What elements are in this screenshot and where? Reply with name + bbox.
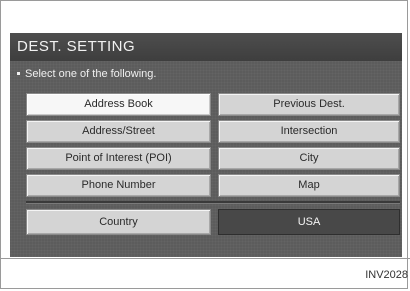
address-book-button[interactable]: Address Book: [26, 93, 211, 116]
instruction-label: Select one of the following.: [25, 68, 157, 80]
address-street-button[interactable]: Address/Street: [26, 120, 211, 143]
nav-screen: DEST. SETTING Select one of the followin…: [10, 33, 402, 257]
section-separator: [26, 201, 400, 204]
caption-divider: [0, 258, 410, 259]
city-button[interactable]: City: [218, 147, 400, 170]
country-value: USA: [218, 209, 400, 235]
phone-number-button[interactable]: Phone Number: [26, 174, 211, 197]
bullet-icon: [17, 71, 20, 75]
screen-title: DEST. SETTING: [10, 33, 402, 61]
poi-button[interactable]: Point of Interest (POI): [26, 147, 211, 170]
intersection-button[interactable]: Intersection: [218, 120, 400, 143]
map-button[interactable]: Map: [218, 174, 400, 197]
instruction-text: Select one of the following.: [15, 67, 156, 81]
figure-caption: INV2028: [365, 269, 408, 281]
country-button[interactable]: Country: [26, 209, 211, 235]
previous-dest-button[interactable]: Previous Dest.: [218, 93, 400, 116]
